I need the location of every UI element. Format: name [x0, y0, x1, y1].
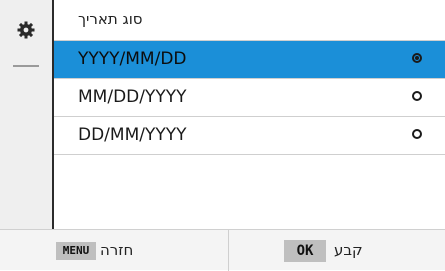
option-mm-dd-yyyy[interactable]: MM/DD/YYYY: [54, 79, 445, 117]
radio-unselected-icon[interactable]: [412, 91, 422, 101]
option-label: DD/MM/YYYY: [78, 125, 187, 145]
settings-sidebar: [0, 0, 54, 229]
option-yyyy-mm-dd[interactable]: YYYY/MM/DD: [54, 41, 445, 79]
radio-selected-icon[interactable]: [412, 53, 422, 63]
date-type-screen: סוג תאריך YYYY/MM/DD MM/DD/YYYY DD/MM/YY…: [0, 0, 445, 271]
footer-bar: MENU חזרה OK קבע: [0, 229, 445, 271]
sidebar-divider: [13, 65, 39, 67]
radio-unselected-icon[interactable]: [412, 129, 422, 139]
option-label: YYYY/MM/DD: [78, 49, 187, 69]
menu-title-row: סוג תאריך: [54, 0, 445, 41]
menu-key-button[interactable]: MENU: [56, 242, 96, 260]
date-type-menu: סוג תאריך YYYY/MM/DD MM/DD/YYYY DD/MM/YY…: [54, 0, 445, 229]
footer-divider: [228, 230, 229, 271]
back-label: חזרה: [100, 241, 134, 259]
menu-title: סוג תאריך: [78, 10, 143, 28]
ok-key-button[interactable]: OK: [284, 240, 326, 262]
set-label: קבע: [334, 241, 363, 259]
gear-icon[interactable]: [17, 21, 35, 39]
option-label: MM/DD/YYYY: [78, 87, 187, 107]
option-dd-mm-yyyy[interactable]: DD/MM/YYYY: [54, 117, 445, 155]
